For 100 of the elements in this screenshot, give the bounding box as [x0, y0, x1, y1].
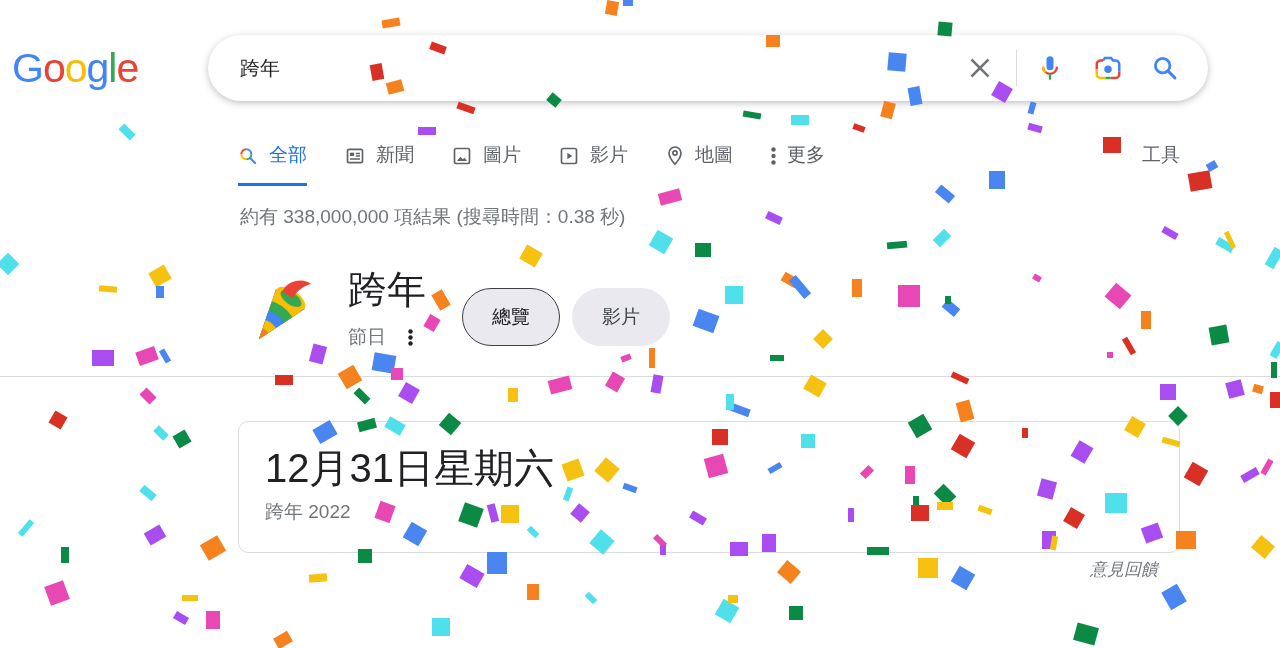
confetti-piece — [273, 630, 293, 648]
confetti-piece — [977, 504, 993, 516]
google-logo[interactable]: Google — [12, 47, 139, 89]
confetti-piece — [1141, 311, 1151, 329]
confetti-piece — [1271, 362, 1277, 378]
confetti-piece — [546, 92, 562, 108]
confetti-piece — [918, 558, 938, 578]
confetti-piece — [1264, 246, 1280, 270]
map-pin-icon — [666, 144, 684, 167]
confetti-piece — [622, 482, 638, 494]
confetti-piece — [886, 240, 908, 250]
confetti-piece — [695, 243, 711, 257]
confetti-piece — [907, 86, 923, 106]
confetti-piece — [765, 211, 783, 225]
confetti-piece — [852, 279, 862, 297]
confetti-piece — [172, 611, 190, 625]
confetti-piece — [801, 434, 815, 448]
confetti-piece — [501, 505, 519, 523]
chip[interactable]: 影片 — [572, 288, 670, 346]
confetti-piece — [508, 388, 518, 402]
confetti-piece — [867, 547, 889, 555]
confetti-piece — [789, 606, 803, 620]
confetti-piece — [649, 348, 655, 368]
tab[interactable]: 更多 — [771, 128, 825, 186]
confetti-piece — [767, 461, 783, 475]
vertical-dots-icon — [407, 328, 413, 346]
image-icon — [452, 145, 472, 166]
confetti-piece — [898, 285, 920, 307]
confetti-piece — [1270, 392, 1280, 408]
confetti-piece — [1032, 273, 1042, 283]
confetti-piece — [458, 502, 484, 528]
confetti-piece — [989, 171, 1005, 189]
confetti-piece — [1105, 493, 1127, 513]
confetti-piece — [1027, 122, 1043, 134]
entity-title: 跨年 — [348, 268, 426, 312]
confetti-piece — [1027, 101, 1037, 115]
confetti-piece — [742, 110, 762, 120]
confetti-piece — [308, 573, 328, 583]
confetti-piece — [182, 595, 198, 601]
tab[interactable]: 圖片 — [452, 128, 521, 186]
confetti-piece — [527, 584, 539, 600]
play-icon — [559, 145, 579, 166]
confetti-piece — [1049, 535, 1059, 551]
confetti-piece — [703, 453, 729, 479]
confetti-piece — [385, 79, 405, 95]
confetti-piece — [762, 534, 776, 552]
chip[interactable]: 總覽 — [462, 288, 560, 346]
confetti-piece — [730, 542, 748, 556]
tab[interactable]: 新聞 — [345, 128, 414, 186]
confetti-piece — [308, 343, 328, 365]
confetti-piece — [547, 375, 573, 395]
feedback-link[interactable]: 意見回饋 — [1090, 558, 1158, 582]
confetti-piece — [955, 399, 975, 423]
search-icon — [1151, 54, 1179, 82]
confetti-piece — [153, 425, 169, 441]
date-caption: 跨年 2022 — [265, 500, 351, 524]
confetti-piece — [206, 611, 220, 629]
confetti-piece — [604, 0, 620, 16]
tools-button[interactable]: 工具 — [1142, 128, 1180, 183]
confetti-piece — [92, 350, 114, 366]
search-icon — [238, 145, 258, 166]
confetti-piece — [369, 63, 385, 81]
confetti-piece — [486, 503, 500, 523]
confetti-piece — [357, 417, 377, 433]
confetti-piece — [905, 466, 915, 484]
confetti-piece — [418, 127, 436, 135]
confetti-piece — [1161, 436, 1181, 448]
confetti-piece — [429, 41, 447, 55]
confetti-piece — [887, 52, 907, 72]
tab[interactable]: 影片 — [559, 128, 628, 186]
vertical-dots-icon — [771, 146, 776, 165]
confetti-piece — [937, 21, 953, 37]
confetti-piece — [620, 353, 632, 363]
confetti-piece — [1208, 324, 1230, 346]
confetti-piece — [584, 591, 598, 605]
confetti-piece — [650, 374, 664, 394]
tab[interactable]: 全部 — [238, 128, 307, 186]
confetti-piece — [880, 100, 896, 120]
confetti-piece — [1176, 531, 1196, 549]
confetti-piece — [1160, 384, 1176, 400]
entity-subtitle: 節日 — [348, 325, 386, 349]
confetti-piece — [487, 552, 507, 574]
confetti-piece — [712, 429, 728, 445]
tab[interactable]: 地圖 — [666, 128, 733, 186]
confetti-piece — [561, 458, 585, 482]
date-heading: 12月31日星期六 — [265, 445, 554, 492]
confetti-piece — [950, 371, 970, 385]
confetti-piece — [432, 618, 450, 636]
confetti-piece — [1073, 622, 1099, 646]
confetti-piece — [526, 525, 540, 539]
confetti-piece — [456, 101, 476, 115]
confetti-piece — [98, 285, 118, 293]
confetti-piece — [1107, 352, 1113, 358]
search-input[interactable]: 跨年 — [240, 48, 960, 88]
confetti-piece — [770, 355, 784, 361]
confetti-piece — [1103, 137, 1121, 153]
confetti-piece — [358, 549, 372, 563]
confetti-piece — [1260, 458, 1274, 476]
confetti-piece — [657, 188, 683, 206]
confetti-piece — [1252, 383, 1264, 395]
